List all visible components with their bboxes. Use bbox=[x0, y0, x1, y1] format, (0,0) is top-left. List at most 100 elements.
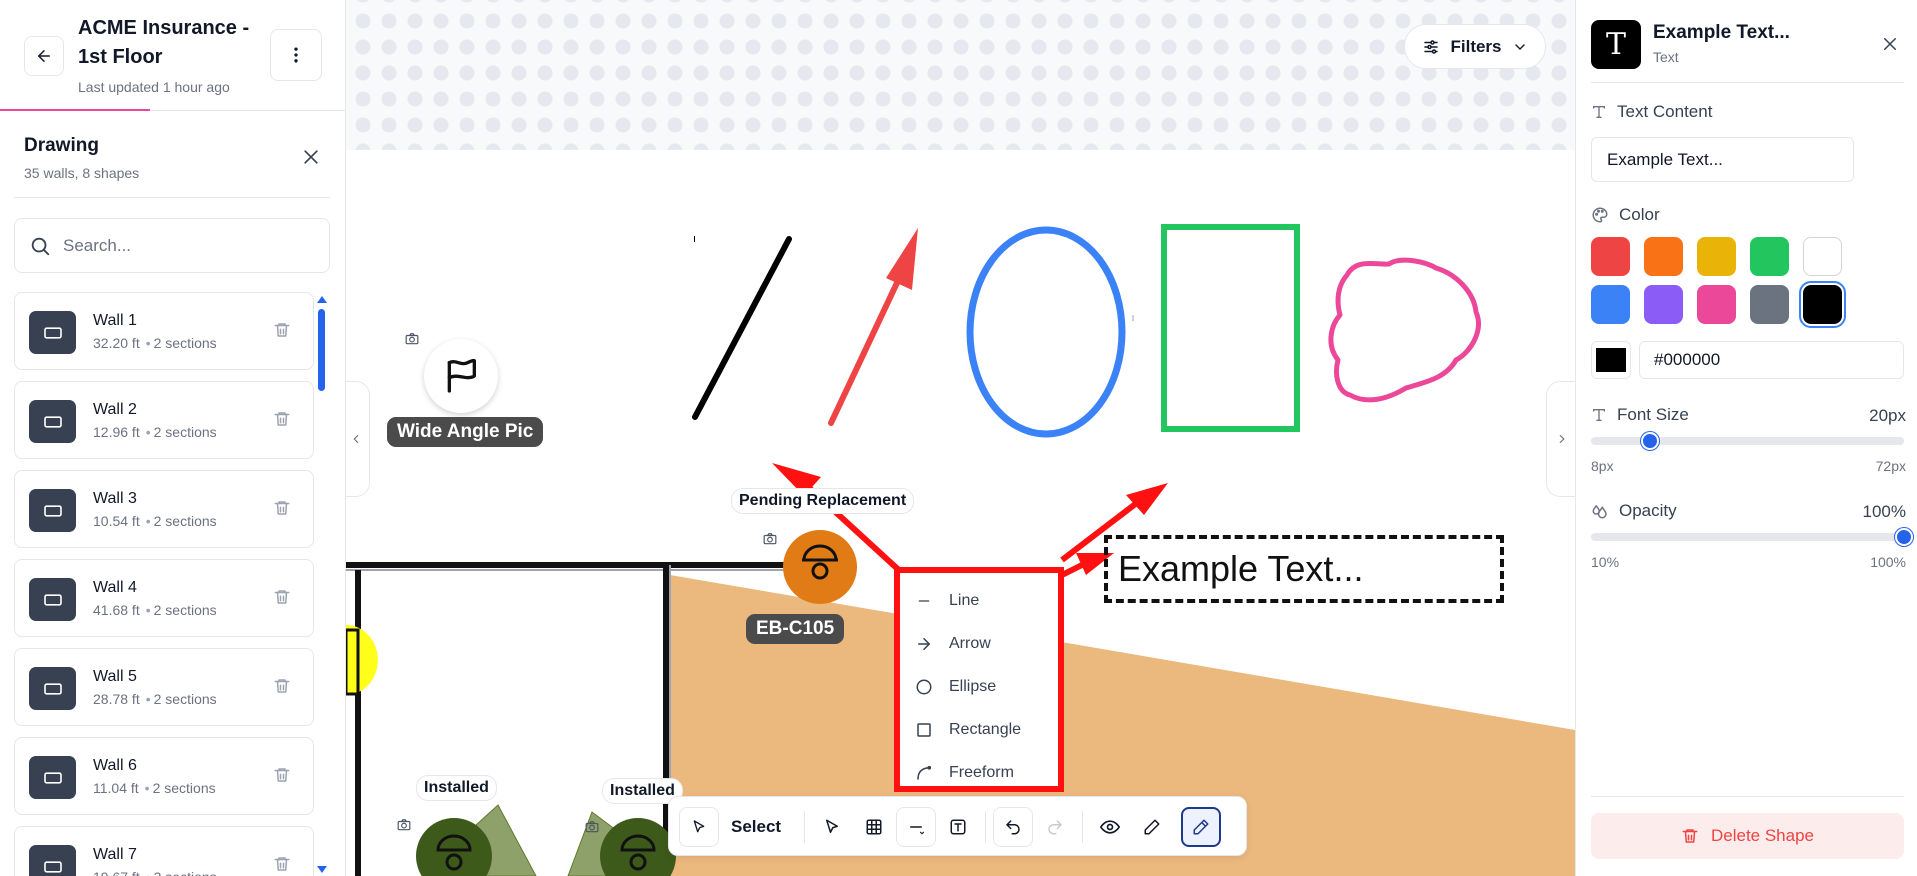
wall-icon bbox=[29, 400, 76, 443]
wall-name: Wall 2 bbox=[93, 401, 137, 418]
menu-item-arrow[interactable]: Arrow bbox=[900, 624, 1058, 664]
filters-button[interactable]: Filters bbox=[1404, 24, 1546, 69]
wall-list-item[interactable]: Wall 6 11.04 ft • 2 sections bbox=[14, 737, 314, 815]
close-drawing-button[interactable] bbox=[298, 144, 324, 170]
opacity-value: 100% bbox=[1862, 502, 1906, 521]
hex-color-input[interactable] bbox=[1639, 341, 1904, 379]
menu-item-label: Rectangle bbox=[949, 721, 1022, 738]
select-cursor-button[interactable] bbox=[679, 807, 719, 847]
toolbar-divider bbox=[985, 811, 986, 843]
wall-list-item[interactable]: Wall 2 12.96 ft • 2 sections bbox=[14, 381, 314, 459]
visibility-button[interactable] bbox=[1090, 807, 1130, 847]
droplets-icon bbox=[1592, 505, 1607, 519]
floor-plan-canvas[interactable]: Filters Wide Angle Pic Pending Replaceme… bbox=[346, 0, 1575, 876]
color-swatch[interactable] bbox=[1644, 285, 1683, 324]
menu-item-label: Freeform bbox=[949, 764, 1014, 781]
color-swatch[interactable] bbox=[1750, 237, 1789, 276]
eye-icon bbox=[1100, 820, 1120, 834]
delete-wall-button[interactable] bbox=[270, 765, 294, 789]
chevron-down-icon bbox=[1514, 43, 1525, 50]
search-input[interactable] bbox=[63, 235, 303, 256]
color-swatch[interactable] bbox=[1591, 285, 1630, 324]
font-size-slider[interactable] bbox=[1591, 432, 1904, 450]
scroll-up-arrow[interactable] bbox=[317, 296, 327, 303]
shape-tool-button[interactable] bbox=[896, 807, 936, 847]
close-properties-button[interactable] bbox=[1878, 32, 1902, 56]
wall-list-item[interactable]: Wall 7 19.67 ft •3 sections bbox=[14, 826, 314, 876]
font-size-min: 8px bbox=[1591, 458, 1614, 474]
edit-button[interactable] bbox=[1132, 807, 1172, 847]
opacity-slider[interactable] bbox=[1591, 528, 1913, 546]
font-size-value: 20px bbox=[1869, 406, 1906, 425]
color-swatch[interactable] bbox=[1803, 237, 1842, 276]
project-header: ACME Insurance - 1st Floor Last updated … bbox=[0, 0, 345, 111]
drawing-toolbar: Select bbox=[668, 796, 1247, 856]
trash-icon bbox=[273, 499, 291, 522]
wall-icon bbox=[29, 578, 76, 621]
drawing-section-header: Drawing 35 walls, 8 shapes bbox=[24, 135, 139, 181]
menu-item-rectangle[interactable]: Rectangle bbox=[900, 710, 1058, 750]
color-swatch[interactable] bbox=[1697, 237, 1736, 276]
ellipse-shape bbox=[966, 226, 1126, 438]
wide-angle-label: Wide Angle Pic bbox=[387, 417, 544, 447]
more-options-button[interactable] bbox=[270, 29, 322, 81]
delete-wall-button[interactable] bbox=[270, 854, 294, 876]
color-swatch[interactable] bbox=[1591, 237, 1630, 276]
color-swatch[interactable] bbox=[1644, 237, 1683, 276]
wide-angle-marker[interactable] bbox=[424, 339, 498, 413]
undo-button[interactable] bbox=[993, 807, 1033, 847]
text-content-input[interactable] bbox=[1591, 137, 1854, 182]
color-preview[interactable] bbox=[1591, 341, 1631, 379]
delete-wall-button[interactable] bbox=[270, 676, 294, 700]
search-box[interactable] bbox=[14, 218, 330, 273]
font-size-slider-thumb[interactable] bbox=[1640, 432, 1659, 450]
wall-sections: 3 sections bbox=[154, 869, 217, 876]
color-swatch[interactable] bbox=[1697, 285, 1736, 324]
wall-sections: 2 sections bbox=[153, 513, 217, 529]
opacity-slider-thumb[interactable] bbox=[1895, 528, 1913, 546]
selected-text-shape[interactable]: Example Text... bbox=[1104, 535, 1504, 603]
color-swatch[interactable] bbox=[1750, 285, 1789, 324]
text-tool-button[interactable] bbox=[938, 807, 978, 847]
divider bbox=[14, 197, 330, 198]
wall-list-item[interactable]: Wall 4 41.68 ft • 2 sections bbox=[14, 559, 314, 637]
camera-orange-marker bbox=[783, 530, 857, 604]
draw-button[interactable] bbox=[1181, 807, 1221, 847]
delete-wall-button[interactable] bbox=[270, 498, 294, 522]
shape-type: Text bbox=[1653, 49, 1679, 65]
delete-wall-button[interactable] bbox=[270, 587, 294, 611]
redo-button[interactable] bbox=[1035, 807, 1075, 847]
wall-list-item[interactable]: Wall 1 32.20 ft • 2 sections bbox=[14, 292, 314, 370]
delete-wall-button[interactable] bbox=[270, 320, 294, 344]
pointer-tool-button[interactable] bbox=[812, 807, 852, 847]
grid-tool-button[interactable] bbox=[854, 807, 894, 847]
chevron-right-icon bbox=[1559, 434, 1565, 444]
wall-sections: 2 sections bbox=[153, 602, 217, 618]
scroll-down-arrow[interactable] bbox=[317, 866, 327, 873]
wall-length: 32.20 ft bbox=[93, 335, 140, 351]
pen-icon bbox=[1193, 819, 1209, 835]
select-mode-button[interactable]: Select bbox=[679, 807, 789, 847]
wall-list-item[interactable]: Wall 5 28.78 ft • 2 sections bbox=[14, 648, 314, 726]
color-swatch[interactable] bbox=[1799, 281, 1846, 328]
close-icon bbox=[1884, 38, 1896, 50]
pencil-icon bbox=[1144, 819, 1160, 835]
wall-meta: 28.78 ft • 2 sections bbox=[93, 691, 217, 707]
wall-list-item[interactable]: Wall 3 10.54 ft • 2 sections bbox=[14, 470, 314, 548]
scrollbar[interactable] bbox=[316, 296, 327, 876]
collapse-right-panel-button[interactable] bbox=[1546, 381, 1575, 497]
menu-item-freeform[interactable]: Freeform bbox=[900, 753, 1058, 793]
menu-item-ellipse[interactable]: Ellipse bbox=[900, 667, 1058, 707]
line-shape-main bbox=[692, 236, 792, 420]
delete-shape-button[interactable]: Delete Shape bbox=[1591, 813, 1904, 859]
scroll-thumb[interactable] bbox=[318, 309, 325, 391]
back-button[interactable] bbox=[24, 36, 64, 76]
freeform-shape bbox=[1328, 257, 1481, 403]
palette-icon bbox=[1592, 207, 1608, 223]
delete-wall-button[interactable] bbox=[270, 409, 294, 433]
divider bbox=[1591, 82, 1904, 83]
toolbar-divider bbox=[1082, 811, 1083, 843]
collapse-left-panel-button[interactable] bbox=[346, 381, 370, 497]
menu-item-line[interactable]: Line bbox=[900, 581, 1058, 621]
flag-icon bbox=[447, 358, 476, 393]
